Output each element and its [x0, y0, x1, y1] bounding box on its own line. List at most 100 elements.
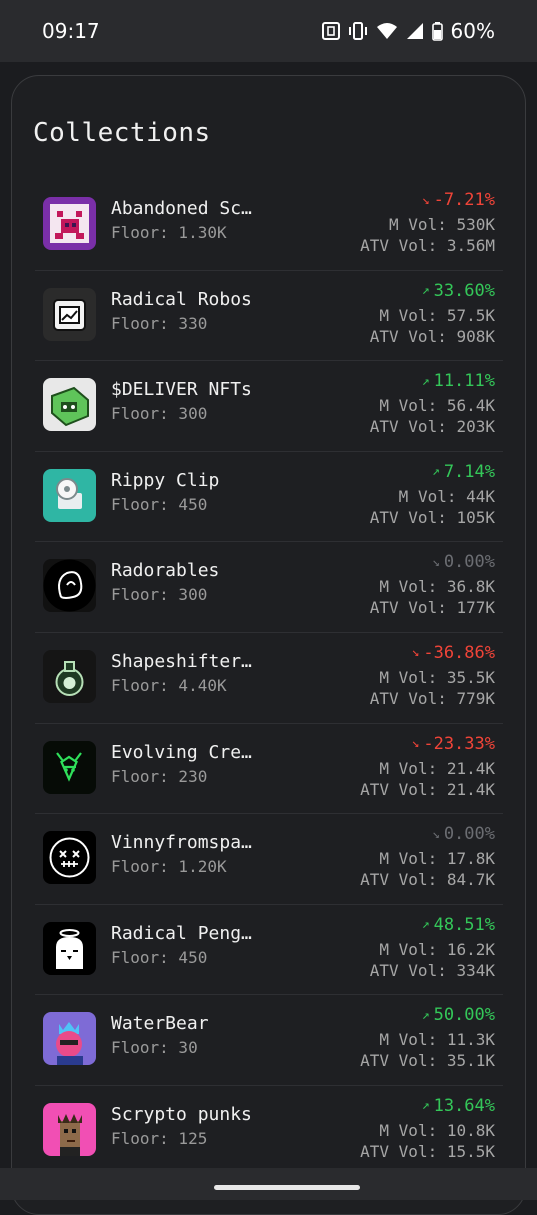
collection-floor: Floor: 4.40K — [111, 675, 227, 695]
change-percent: ↗ 50.00% — [422, 1005, 495, 1025]
signal-icon — [406, 23, 423, 39]
change-percent: ↘ 0.00% — [432, 824, 495, 844]
collection-row[interactable]: Radical Robos Floor: 330 ↗ 33.60% M Vol: 57.… — [35, 271, 503, 362]
trending-up-icon: ↗ — [421, 283, 430, 299]
collection-name: Abandoned Sc… — [111, 198, 252, 219]
collection-row[interactable]: $DELIVER NFTs Floor: 300 ↗ 11.11% M Vol: 56.… — [35, 361, 503, 452]
collection-name: Shapeshifter… — [111, 650, 252, 672]
collection-row[interactable]: Scrypto punks Floor: 125 ↗ 13.64% M Vol: 10.… — [35, 1086, 503, 1177]
monthly-volume: M Vol: 56.4K — [379, 396, 495, 416]
monthly-volume: M Vol: 35.5K — [379, 667, 495, 687]
collection-row[interactable]: Vinnyfromspa… Floor: 1.20K ↘ 0.00% M Vol: 17… — [35, 814, 503, 905]
all-time-volume: ATV Vol: 3.56M — [360, 236, 495, 255]
change-value: 33.60% — [433, 280, 495, 301]
disc-player-avatar — [43, 468, 96, 522]
status-icons: 60% — [321, 19, 495, 43]
nfc-icon — [321, 22, 340, 40]
change-value: -36.86% — [423, 642, 495, 663]
change-value: 50.00% — [433, 1005, 495, 1026]
outline-face-avatar — [43, 559, 96, 613]
collection-name: $DELIVER NFTs — [111, 379, 252, 401]
change-value: -7.21% — [433, 190, 495, 210]
collection-name: Radorables — [111, 560, 220, 582]
collection-row[interactable]: Radical Peng… Floor: 450 ↗ 48.51% M Vol: 16.… — [35, 905, 503, 996]
all-time-volume: ATV Vol: 908K — [369, 326, 495, 346]
change-percent: ↗ 33.60% — [422, 281, 495, 301]
change-percent: ↗ 11.11% — [422, 371, 495, 391]
monthly-volume: M Vol: 36.8K — [379, 577, 495, 597]
collections-card: Collections Abandoned Sc… Floor: 1.30K ↘ -7… — [11, 75, 526, 1215]
status-time: 09:17 — [42, 19, 100, 43]
all-time-volume: ATV Vol: 779K — [369, 688, 495, 708]
scorpion-avatar — [43, 197, 96, 250]
collection-floor: Floor: 1.30K — [111, 223, 227, 242]
collection-name: Scrypto punks — [111, 1103, 252, 1125]
change-percent: ↗ 13.64% — [422, 1096, 495, 1116]
collection-floor: Floor: 300 — [111, 404, 208, 424]
change-value: 48.51% — [433, 914, 495, 935]
trending-down-icon: ↘ — [431, 554, 440, 570]
monthly-volume: M Vol: 44K — [398, 486, 495, 506]
penguin-halo-avatar — [43, 921, 96, 975]
antler-avatar — [43, 740, 96, 794]
collections-list: Abandoned Sc… Floor: 1.30K ↘ -7.21% M Vol: 5… — [35, 180, 503, 1177]
potion-flask-avatar — [43, 649, 96, 703]
all-time-volume: ATV Vol: 203K — [369, 417, 495, 437]
trending-down-icon: ↘ — [411, 736, 420, 752]
battery-icon — [431, 21, 443, 41]
all-time-volume: ATV Vol: 334K — [369, 960, 495, 980]
page-title: Collections — [33, 118, 211, 148]
collection-row[interactable]: Evolving Cre… Floor: 230 ↘ -23.33% M Vol: 21… — [35, 724, 503, 815]
collection-floor: Floor: 450 — [111, 947, 208, 967]
collection-floor: Floor: 300 — [111, 585, 208, 605]
water-bear-avatar — [43, 1012, 96, 1066]
all-time-volume: ATV Vol: 35.1K — [360, 1051, 495, 1071]
collection-name: Vinnyfromspa… — [111, 832, 252, 854]
trending-up-icon: ↗ — [431, 464, 440, 480]
skull-sketch-avatar — [43, 831, 96, 885]
collection-name: WaterBear — [111, 1013, 209, 1035]
collection-row[interactable]: Shapeshifter… Floor: 4.40K ↘ -36.86% M Vol: … — [35, 633, 503, 724]
all-time-volume: ATV Vol: 105K — [369, 507, 495, 527]
navigation-bar — [0, 1168, 537, 1200]
home-handle[interactable] — [214, 1185, 360, 1190]
collection-row[interactable]: Rippy Clip Floor: 450 ↗ 7.14% M Vol: 44K ATV … — [35, 452, 503, 543]
trending-down-icon: ↘ — [411, 645, 420, 661]
collection-floor: Floor: 125 — [111, 1128, 208, 1148]
trending-down-icon: ↘ — [431, 826, 440, 842]
monthly-volume: M Vol: 10.8K — [379, 1120, 495, 1140]
all-time-volume: ATV Vol: 177K — [369, 598, 495, 618]
collection-floor: Floor: 230 — [111, 766, 208, 786]
collection-name: Rippy Clip — [111, 469, 220, 491]
collection-floor: Floor: 450 — [111, 494, 208, 514]
battery-percent: 60% — [450, 19, 495, 43]
change-percent: ↗ 48.51% — [422, 915, 495, 935]
change-percent: ↘ -7.21% — [422, 190, 495, 210]
collection-row[interactable]: Abandoned Sc… Floor: 1.30K ↘ -7.21% M Vol: 5… — [35, 180, 503, 271]
wifi-icon — [376, 23, 397, 39]
vibrate-icon — [348, 22, 367, 40]
change-percent: ↗ 7.14% — [432, 462, 495, 482]
collection-floor: Floor: 30 — [111, 1038, 198, 1058]
trending-up-icon: ↗ — [421, 373, 430, 389]
all-time-volume: ATV Vol: 15.5K — [360, 1141, 495, 1161]
change-value: 0.00% — [443, 824, 495, 845]
collection-floor: Floor: 1.20K — [111, 857, 227, 877]
change-percent: ↘ -36.86% — [412, 643, 495, 663]
trending-up-icon: ↗ — [421, 917, 430, 933]
collection-floor: Floor: 330 — [111, 313, 208, 333]
collection-name: Radical Robos — [111, 288, 252, 310]
change-percent: ↘ 0.00% — [432, 552, 495, 572]
change-percent: ↘ -23.33% — [412, 734, 495, 754]
trending-up-icon: ↗ — [421, 1098, 430, 1114]
collection-name: Radical Peng… — [111, 922, 252, 944]
monthly-volume: M Vol: 17.8K — [379, 849, 495, 869]
change-value: 0.00% — [443, 552, 495, 573]
change-value: 11.11% — [433, 371, 495, 392]
monthly-volume: M Vol: 530K — [389, 215, 495, 234]
collection-row[interactable]: WaterBear Floor: 30 ↗ 50.00% M Vol: 11.3K ATV… — [35, 995, 503, 1086]
collection-row[interactable]: Radorables Floor: 300 ↘ 0.00% M Vol: 36.8K AT… — [35, 542, 503, 633]
trending-up-icon: ↗ — [421, 1007, 430, 1023]
trending-down-icon: ↘ — [421, 192, 430, 208]
all-time-volume: ATV Vol: 84.7K — [360, 870, 495, 890]
